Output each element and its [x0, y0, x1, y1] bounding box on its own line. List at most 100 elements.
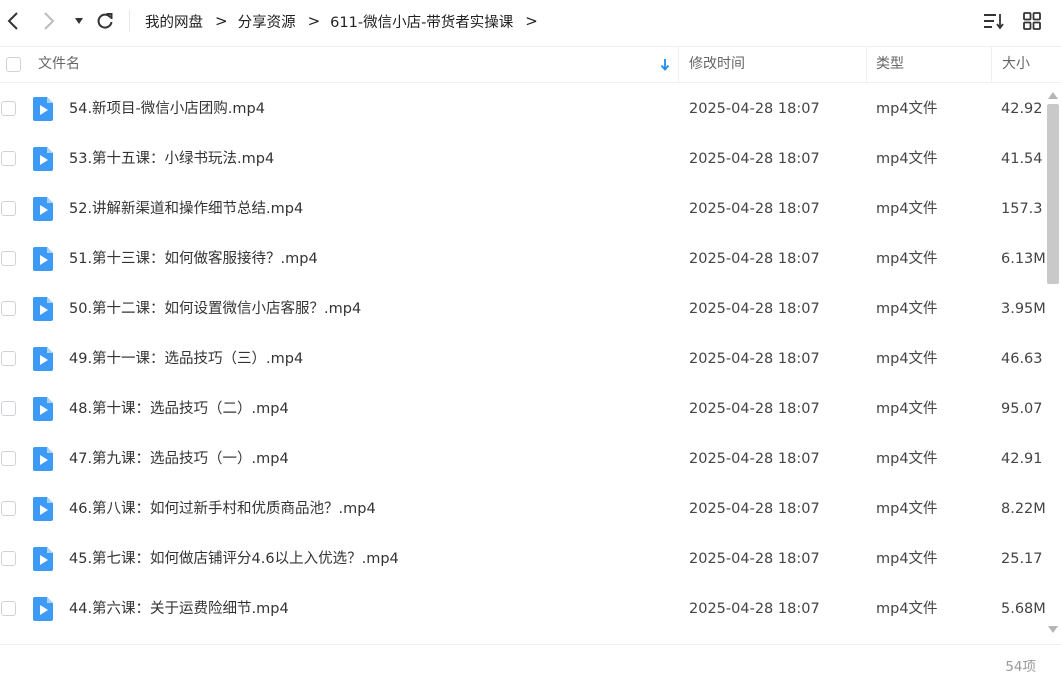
- item-count: 54项: [1005, 659, 1036, 675]
- file-list: 54.新项目-微信小店团购.mp4 2025-04-28 18:07 mp4文件…: [0, 84, 1045, 644]
- arrow-down-icon: [660, 59, 670, 71]
- file-type: mp4文件: [876, 301, 938, 317]
- file-size: 5.68M: [1001, 601, 1045, 617]
- row-checkbox[interactable]: [1, 251, 16, 266]
- back-button[interactable]: [2, 9, 24, 33]
- file-type: mp4文件: [876, 601, 938, 617]
- video-file-icon: [33, 597, 53, 621]
- row-checkbox[interactable]: [1, 301, 16, 316]
- file-type: mp4文件: [876, 401, 938, 417]
- column-header-size[interactable]: 大小: [1002, 47, 1057, 82]
- column-header-name[interactable]: 文件名: [38, 47, 670, 82]
- file-row[interactable]: 50.第十二课：如何设置微信小店客服？.mp4 2025-04-28 18:07…: [0, 284, 1045, 334]
- select-all-checkbox[interactable]: [6, 57, 21, 72]
- video-file-icon: [33, 497, 53, 521]
- file-row[interactable]: 47.第九课：选品技巧（一）.mp4 2025-04-28 18:07 mp4文…: [0, 434, 1045, 484]
- file-modified-time: 2025-04-28 18:07: [689, 301, 820, 317]
- file-name: 51.第十三课：如何做客服接待？.mp4: [69, 251, 318, 267]
- file-type: mp4文件: [876, 151, 938, 167]
- file-row[interactable]: 54.新项目-微信小店团购.mp4 2025-04-28 18:07 mp4文件…: [0, 84, 1045, 134]
- column-header-name-label: 文件名: [38, 56, 80, 72]
- file-type: mp4文件: [876, 351, 938, 367]
- breadcrumb-expand[interactable]: >: [525, 12, 538, 30]
- file-row[interactable]: 45.第七课：如何做店铺评分4.6以上入优选？.mp4 2025-04-28 1…: [0, 534, 1045, 584]
- status-bar: 54项: [0, 644, 1061, 681]
- breadcrumb-item-root[interactable]: 我的网盘: [145, 11, 203, 32]
- row-checkbox[interactable]: [1, 551, 16, 566]
- video-file-icon: [33, 297, 53, 321]
- file-row[interactable]: 44.第六课：关于运费险细节.mp4 2025-04-28 18:07 mp4文…: [0, 584, 1045, 634]
- breadcrumb-item-share[interactable]: 分享资源: [238, 11, 296, 32]
- scrollbar-thumb[interactable]: [1047, 104, 1059, 284]
- breadcrumb-separator: >: [307, 12, 321, 30]
- file-modified-time: 2025-04-28 18:07: [689, 251, 820, 267]
- video-file-icon: [33, 97, 53, 121]
- row-checkbox[interactable]: [1, 201, 16, 216]
- column-header-type[interactable]: 类型: [876, 47, 986, 82]
- column-header-time[interactable]: 修改时间: [689, 47, 859, 82]
- breadcrumb-item-current[interactable]: 611-微信小店-带货者实操课: [330, 11, 513, 32]
- forward-button[interactable]: [38, 9, 60, 33]
- file-size: 46.63: [1001, 351, 1043, 367]
- row-checkbox[interactable]: [1, 451, 16, 466]
- file-modified-time: 2025-04-28 18:07: [689, 351, 820, 367]
- video-file-icon: [33, 197, 53, 221]
- file-name: 54.新项目-微信小店团购.mp4: [69, 101, 265, 117]
- column-divider[interactable]: [866, 47, 867, 82]
- file-row[interactable]: 51.第十三课：如何做客服接待？.mp4 2025-04-28 18:07 mp…: [0, 234, 1045, 284]
- file-name: 47.第九课：选品技巧（一）.mp4: [69, 451, 289, 467]
- file-modified-time: 2025-04-28 18:07: [689, 151, 820, 167]
- file-modified-time: 2025-04-28 18:07: [689, 551, 820, 567]
- file-row[interactable]: 48.第十课：选品技巧（二）.mp4 2025-04-28 18:07 mp4文…: [0, 384, 1045, 434]
- file-name: 52.讲解新渠道和操作细节总结.mp4: [69, 201, 304, 217]
- sort-list-icon: [984, 14, 1004, 30]
- file-type: mp4文件: [876, 251, 938, 267]
- row-checkbox[interactable]: [1, 101, 16, 116]
- file-type: mp4文件: [876, 101, 938, 117]
- row-checkbox[interactable]: [1, 601, 16, 616]
- file-name: 53.第十五课：小绿书玩法.mp4: [69, 151, 275, 167]
- file-size: 6.13M: [1001, 251, 1045, 267]
- file-size: 42.92: [1001, 101, 1043, 117]
- row-checkbox[interactable]: [1, 501, 16, 516]
- video-file-icon: [33, 547, 53, 571]
- file-row[interactable]: 53.第十五课：小绿书玩法.mp4 2025-04-28 18:07 mp4文件…: [0, 134, 1045, 184]
- file-modified-time: 2025-04-28 18:07: [689, 451, 820, 467]
- scroll-down-icon[interactable]: [1047, 625, 1059, 635]
- column-divider[interactable]: [991, 47, 992, 82]
- file-type: mp4文件: [876, 201, 938, 217]
- history-dropdown-button[interactable]: [68, 9, 90, 33]
- sort-button[interactable]: [983, 12, 1005, 34]
- video-file-icon: [33, 447, 53, 471]
- vertical-scrollbar[interactable]: [1045, 88, 1061, 638]
- file-name: 49.第十一课：选品技巧（三）.mp4: [69, 351, 304, 367]
- file-modified-time: 2025-04-28 18:07: [689, 401, 820, 417]
- video-file-icon: [33, 397, 53, 421]
- file-name: 50.第十二课：如何设置微信小店客服？.mp4: [69, 301, 362, 317]
- row-checkbox[interactable]: [1, 151, 16, 166]
- file-modified-time: 2025-04-28 18:07: [689, 201, 820, 217]
- grid-view-button[interactable]: [1023, 12, 1041, 34]
- file-row[interactable]: 52.讲解新渠道和操作细节总结.mp4 2025-04-28 18:07 mp4…: [0, 184, 1045, 234]
- row-checkbox[interactable]: [1, 351, 16, 366]
- chevron-left-icon: [7, 12, 18, 30]
- file-row[interactable]: 49.第十一课：选品技巧（三）.mp4 2025-04-28 18:07 mp4…: [0, 334, 1045, 384]
- video-file-icon: [33, 147, 53, 171]
- file-size: 41.54: [1001, 151, 1043, 167]
- chevron-right-icon: [44, 12, 55, 30]
- breadcrumb: 我的网盘 > 分享资源 > 611-微信小店-带货者实操课 >: [145, 10, 548, 32]
- scroll-up-icon[interactable]: [1047, 90, 1059, 100]
- file-row[interactable]: 46.第八课：如何过新手村和优质商品池？.mp4 2025-04-28 18:0…: [0, 484, 1045, 534]
- file-modified-time: 2025-04-28 18:07: [689, 101, 820, 117]
- column-divider[interactable]: [678, 47, 679, 82]
- row-checkbox[interactable]: [1, 401, 16, 416]
- view-tools: [983, 12, 1041, 34]
- file-type: mp4文件: [876, 551, 938, 567]
- video-file-icon: [33, 347, 53, 371]
- file-size: 3.95M: [1001, 301, 1045, 317]
- file-modified-time: 2025-04-28 18:07: [689, 601, 820, 617]
- file-size: 25.17: [1001, 551, 1043, 567]
- toolbar: 我的网盘 > 分享资源 > 611-微信小店-带货者实操课 >: [0, 0, 1061, 43]
- file-name: 46.第八课：如何过新手村和优质商品池？.mp4: [69, 501, 376, 517]
- refresh-button[interactable]: [94, 9, 116, 33]
